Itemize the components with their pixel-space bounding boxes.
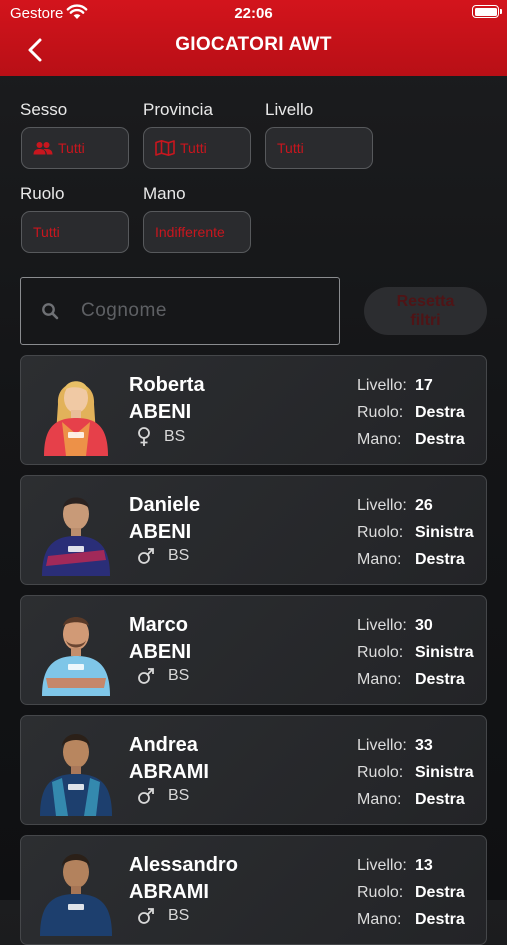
- player-province: BS: [168, 787, 190, 804]
- stat-label-mano: Mano:: [357, 671, 402, 688]
- filter-provincia-value: Tutti: [180, 140, 207, 156]
- player-mano: Destra: [415, 551, 465, 568]
- player-livello: 30: [415, 617, 433, 634]
- player-first-name: Daniele: [129, 494, 201, 516]
- filter-ruolo-value: Tutti: [33, 224, 60, 240]
- player-photo: [42, 497, 110, 576]
- player-photo: [40, 734, 112, 816]
- filter-ruolo-button[interactable]: Tutti: [21, 211, 129, 253]
- filter-label-livello: Livello: [265, 100, 314, 119]
- player-first-name: Roberta: [129, 374, 205, 396]
- stat-label-mano: Mano:: [357, 431, 402, 448]
- stat-label-mano: Mano:: [357, 551, 402, 568]
- filter-sesso-value: Tutti: [58, 140, 85, 156]
- people-icon: [33, 142, 53, 155]
- player-photo: [44, 381, 108, 456]
- male-icon: [138, 788, 154, 804]
- app-header: Gestore 22:06 GIOCATORI AWT: [0, 0, 507, 76]
- player-card[interactable]: Alessandro ABRAMI BS Livello: 13 Ruolo: De…: [20, 835, 487, 945]
- male-icon: [138, 908, 154, 924]
- player-first-name: Andrea: [129, 734, 198, 756]
- player-last-name: ABRAMI: [129, 881, 209, 903]
- player-ruolo: Sinistra: [415, 764, 474, 781]
- stat-label-ruolo: Ruolo:: [357, 644, 404, 661]
- reset-label-line2: filtri: [410, 312, 441, 329]
- battery-icon: [472, 5, 502, 18]
- player-card[interactable]: Daniele ABENI BS Livello: 26 Ruolo: Sinist…: [20, 475, 487, 585]
- stat-label-ruolo: Ruolo:: [357, 884, 404, 901]
- female-icon: [138, 427, 150, 446]
- stat-label-ruolo: Ruolo:: [357, 404, 404, 421]
- player-ruolo: Sinistra: [415, 644, 474, 661]
- search-box: [20, 277, 340, 345]
- filter-provincia-button[interactable]: Tutti: [143, 127, 251, 169]
- player-ruolo: Destra: [415, 884, 465, 901]
- player-last-name: ABENI: [129, 401, 192, 423]
- filter-mano-value: Indifferente: [155, 224, 225, 240]
- player-card[interactable]: Roberta ABENI BS Livello: 17 Ruolo: Destra…: [20, 355, 487, 465]
- filter-livello-value: Tutti: [277, 140, 304, 156]
- player-last-name: ABENI: [129, 521, 192, 543]
- stat-label-livello: Livello:: [357, 617, 407, 634]
- player-mano: Destra: [415, 671, 465, 688]
- filter-label-sesso: Sesso: [20, 100, 68, 119]
- filter-livello-button[interactable]: Tutti: [265, 127, 373, 169]
- player-photo: [42, 617, 110, 696]
- reset-filters-button[interactable]: Resetta filtri: [364, 287, 487, 335]
- filter-label-ruolo: Ruolo: [20, 184, 65, 203]
- stat-label-mano: Mano:: [357, 791, 402, 808]
- male-icon: [138, 668, 154, 684]
- stat-label-ruolo: Ruolo:: [357, 764, 404, 781]
- player-ruolo: Sinistra: [415, 524, 474, 541]
- stat-label-livello: Livello:: [357, 377, 407, 394]
- clock: 22:06: [234, 5, 273, 22]
- stat-label-mano: Mano:: [357, 911, 402, 928]
- player-card[interactable]: Marco ABENI BS Livello: 30 Ruolo: Sinistra…: [20, 595, 487, 705]
- reset-label-line1: Resetta: [396, 293, 455, 310]
- filter-sesso-button[interactable]: Tutti: [21, 127, 129, 169]
- search-icon: [42, 303, 59, 320]
- player-last-name: ABRAMI: [129, 761, 209, 783]
- player-province: BS: [168, 667, 190, 684]
- surname-search-input[interactable]: [79, 299, 303, 323]
- player-mano: Destra: [415, 911, 465, 928]
- player-mano: Destra: [415, 791, 465, 808]
- map-icon: [155, 140, 175, 156]
- player-first-name: Marco: [129, 614, 188, 636]
- player-ruolo: Destra: [415, 404, 465, 421]
- player-livello: 17: [415, 377, 433, 394]
- status-bar: Gestore 22:06: [0, 0, 507, 28]
- stat-label-livello: Livello:: [357, 497, 407, 514]
- player-province: BS: [164, 428, 186, 445]
- player-livello: 33: [415, 737, 433, 754]
- stat-label-livello: Livello:: [357, 737, 407, 754]
- stat-label-ruolo: Ruolo:: [357, 524, 404, 541]
- page-title: GIOCATORI AWT: [175, 34, 332, 55]
- player-card[interactable]: Andrea ABRAMI BS Livello: 33 Ruolo: Sinist…: [20, 715, 487, 825]
- filter-mano-button[interactable]: Indifferente: [143, 211, 251, 253]
- male-icon: [138, 548, 154, 564]
- player-province: BS: [168, 907, 190, 924]
- player-province: BS: [168, 547, 190, 564]
- stat-label-livello: Livello:: [357, 857, 407, 874]
- player-livello: 13: [415, 857, 433, 874]
- filter-label-mano: Mano: [143, 184, 186, 203]
- player-first-name: Alessandro: [129, 854, 238, 876]
- player-mano: Destra: [415, 431, 465, 448]
- player-livello: 26: [415, 497, 433, 514]
- player-last-name: ABENI: [129, 641, 192, 663]
- player-photo: [40, 854, 112, 936]
- filter-label-provincia: Provincia: [143, 100, 213, 119]
